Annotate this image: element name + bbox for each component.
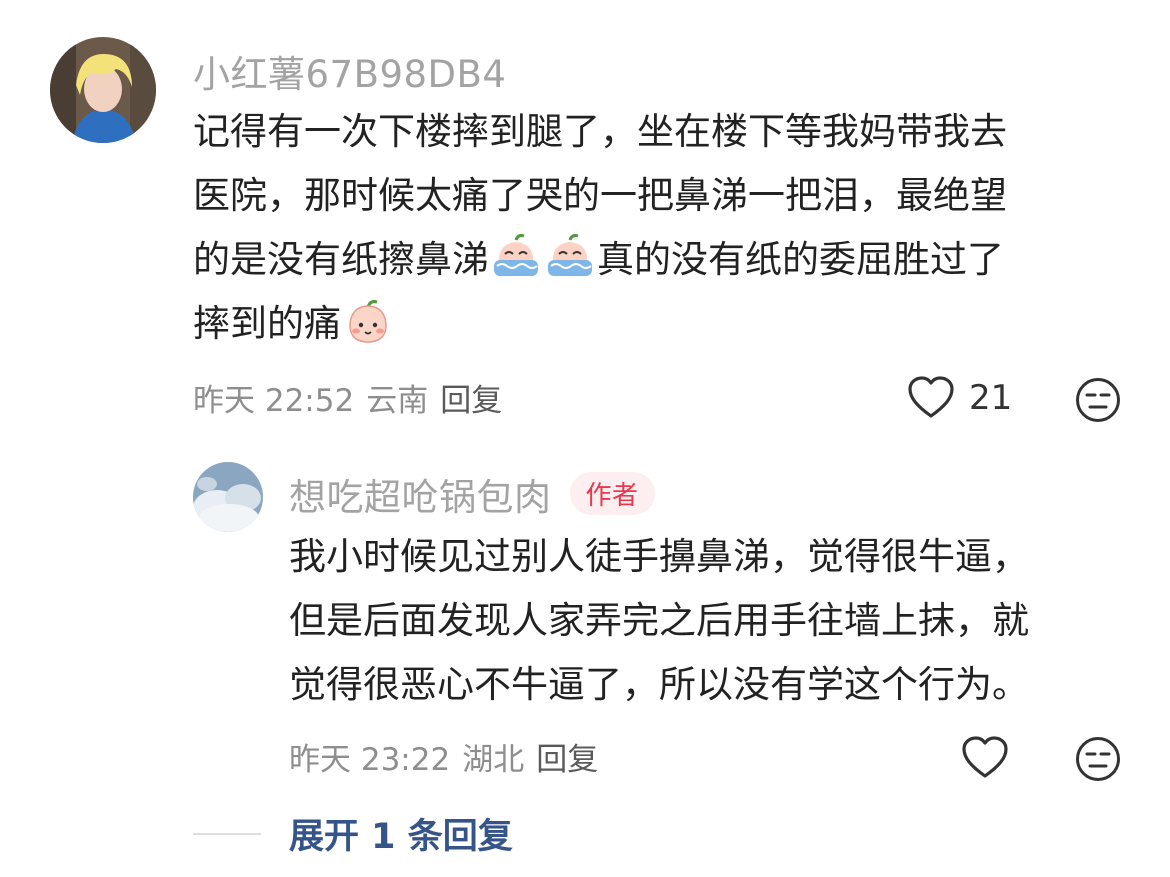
like-count: 21 <box>969 378 1013 418</box>
reply-author-username[interactable]: 想吃超呛锅包肉 作者 <box>289 467 655 521</box>
commenter-avatar[interactable] <box>50 37 156 143</box>
reply-meta: 昨天 23:22 湖北 回复 <box>289 734 610 779</box>
heart-icon <box>962 736 1008 778</box>
reply-author-name[interactable]: 想吃超呛锅包肉 <box>289 476 552 519</box>
reply-location: 湖北 <box>462 742 525 778</box>
expand-replies-row: 展开 1 条回复 <box>193 808 513 859</box>
reply-line: 我小时候见过别人徒手擤鼻涕，觉得很牛逼， <box>289 535 1029 578</box>
shy-peach-emoji <box>349 300 387 343</box>
reply-author-avatar[interactable] <box>193 462 263 532</box>
comment-line-text: 的是没有纸擦鼻涕 <box>193 238 489 281</box>
comment-meta: 昨天 22:52 云南 回复 <box>193 375 514 420</box>
expand-replies-button[interactable]: 展开 1 条回复 <box>289 808 513 859</box>
reply-reaction-button[interactable] <box>1075 736 1121 786</box>
reply-body: 我小时候见过别人徒手擤鼻涕，觉得很牛逼， 但是后面发现人家弄完之后用手往墙上抹，… <box>289 525 1029 717</box>
comment-body: 记得有一次下楼摔到腿了，坐在楼下等我妈带我去 医院，那时候太痛了哭的一把鼻涕一把… <box>193 100 1007 356</box>
comment-line-text: 摔到的痛 <box>193 302 341 345</box>
crying-peach-emoji <box>548 234 592 276</box>
comment-like-button[interactable]: 21 <box>907 376 1012 420</box>
comment-location: 云南 <box>366 383 429 419</box>
commenter-username[interactable]: 小红薯67B98DB4 <box>193 44 506 98</box>
comment-line: 记得有一次下楼摔到腿了，坐在楼下等我妈带我去 <box>193 110 1007 153</box>
crying-peach-emoji <box>494 234 538 276</box>
reply-time: 昨天 23:22 <box>289 742 451 778</box>
reply-reply-button[interactable]: 回复 <box>536 742 598 778</box>
heart-icon <box>908 376 954 418</box>
comment-reaction-button[interactable] <box>1075 377 1121 427</box>
comment-time: 昨天 22:52 <box>193 383 355 419</box>
reply-like-button[interactable] <box>961 736 1009 780</box>
comment-line-text: 真的没有纸的委屈胜过了 <box>597 238 1004 281</box>
expand-divider <box>193 832 261 835</box>
reply-line: 觉得很恶心不牛逼了，所以没有学这个行为。 <box>289 663 1029 706</box>
comment-line: 医院，那时候太痛了哭的一把鼻涕一把泪，最绝望 <box>193 174 1007 217</box>
comment-reply-button[interactable]: 回复 <box>440 383 502 419</box>
neutral-face-icon <box>1076 378 1120 422</box>
comment-line: 摔到的痛 <box>193 292 1007 356</box>
comment-line: 的是没有纸擦鼻涕 真的没有纸的委屈胜过了 <box>193 228 1007 292</box>
neutral-face-icon <box>1076 737 1120 781</box>
author-badge: 作者 <box>569 472 655 515</box>
reply-line: 但是后面发现人家弄完之后用手往墙上抹，就 <box>289 599 1029 642</box>
